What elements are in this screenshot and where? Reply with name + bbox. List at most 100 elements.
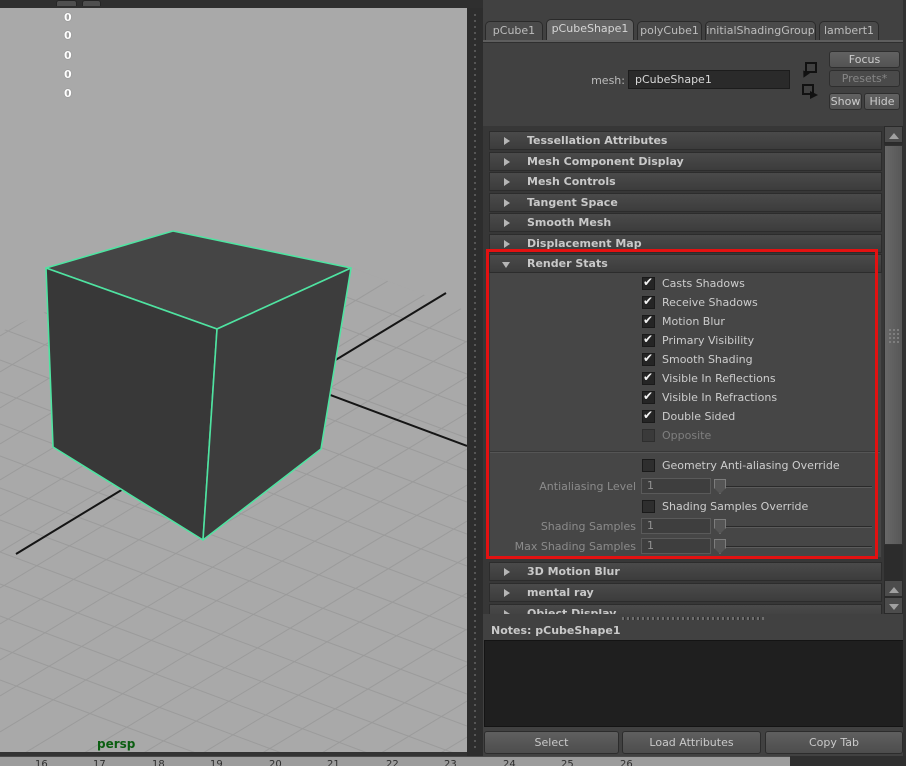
scroll-up-button[interactable] [884, 126, 903, 143]
select-output-connection-icon[interactable] [801, 83, 819, 100]
check-icon: ✔ [643, 275, 654, 289]
tab-polycube1[interactable]: polyCube1 [637, 21, 702, 40]
checkbox-row-opposite[interactable]: Opposite [483, 429, 873, 443]
copy-tab-button[interactable]: Copy Tab [765, 731, 903, 754]
checkbox-row-smooth-shading[interactable]: ✔ Smooth Shading [483, 351, 873, 367]
checkbox[interactable]: ✔ [642, 332, 655, 347]
selected-cube[interactable] [45, 230, 352, 541]
hud-count: 0 [64, 68, 72, 81]
time-tick: 17 [93, 759, 106, 766]
arrow-up-icon [889, 587, 899, 593]
section-mental-ray[interactable]: mental ray [489, 583, 882, 602]
collapsed-arrow-icon [504, 157, 510, 166]
tab-lambert1[interactable]: lambert1 [819, 21, 879, 40]
presets-button[interactable]: Presets* [829, 70, 900, 87]
checkbox-row-shading-samples-override[interactable]: Shading Samples Override [483, 500, 873, 514]
notes-textarea[interactable] [484, 640, 905, 727]
section-displacement-map[interactable]: Displacement Map [489, 233, 882, 253]
checkbox[interactable]: ✔ [642, 313, 655, 328]
check-icon: ✔ [643, 332, 654, 346]
hud-count: 0 [64, 11, 72, 24]
checkbox[interactable]: ✔ [642, 275, 655, 290]
toolbar-fragment-icon [56, 0, 77, 6]
check-icon: ✔ [643, 351, 654, 365]
max-shading-samples-field[interactable]: 1 [641, 538, 711, 554]
checkbox[interactable] [642, 500, 655, 513]
show-button[interactable]: Show [829, 93, 862, 110]
focus-button[interactable]: Focus [829, 51, 900, 68]
time-tick: 16 [35, 759, 48, 766]
checkbox-row-casts-shadows[interactable]: ✔ Casts Shadows [483, 275, 873, 291]
section-smooth-mesh[interactable]: Smooth Mesh [489, 213, 882, 232]
tab-pcube1[interactable]: pCube1 [485, 21, 543, 40]
section-groove [490, 451, 880, 453]
max-shading-samples-label: Max Shading Samples [514, 540, 636, 553]
section-tangent-space[interactable]: Tangent Space [489, 192, 882, 212]
tab-initialshadinggroup[interactable]: initialShadingGroup [705, 21, 816, 40]
collapsed-arrow-icon [504, 239, 510, 248]
checkbox-row-geometry-antialiasing-override[interactable]: Geometry Anti-aliasing Override [483, 459, 873, 473]
select-input-connection-icon[interactable] [800, 61, 818, 78]
pane-splitter-vertical[interactable] [467, 8, 483, 756]
collapsed-arrow-icon [504, 589, 510, 597]
hud-count: 0 [64, 49, 72, 62]
checkbox-row-visible-in-refractions[interactable]: ✔ Visible In Refractions [483, 389, 873, 405]
antialiasing-level-slider[interactable] [716, 486, 872, 488]
max-shading-samples-slider[interactable] [716, 546, 872, 548]
checkbox[interactable]: ✔ [642, 294, 655, 309]
scroll-down-button[interactable] [884, 597, 903, 614]
time-tick: 22 [386, 759, 399, 766]
checkbox-row-primary-visibility[interactable]: ✔ Primary Visibility [483, 332, 873, 348]
viewport-canvas [0, 230, 467, 752]
checkbox[interactable]: ✔ [642, 408, 655, 423]
toolbar-fragment-icon [82, 0, 101, 6]
notes-label: Notes: pCubeShape1 [491, 624, 621, 637]
time-tick: 18 [152, 759, 165, 766]
checkbox-row-motion-blur[interactable]: ✔ Motion Blur [483, 313, 873, 329]
scrollbar-grip-dots [888, 328, 901, 345]
scrollbar-thumb[interactable] [884, 145, 903, 545]
section-mesh-controls[interactable]: Mesh Controls [489, 172, 882, 191]
tab-pcubeshape1[interactable]: pCubeShape1 [546, 19, 634, 40]
perspective-viewport[interactable]: 0 0 0 0 0 persp [0, 8, 467, 752]
collapsed-arrow-icon [504, 198, 510, 207]
section-mesh-component-display[interactable]: Mesh Component Display [489, 151, 882, 171]
time-tick: 26 [620, 759, 633, 766]
notes-splitter-handle[interactable] [483, 614, 906, 623]
shading-samples-field[interactable]: 1 [641, 518, 711, 534]
checkbox-row-receive-shadows[interactable]: ✔ Receive Shadows [483, 294, 873, 310]
mesh-field-label: mesh: [591, 74, 625, 87]
time-slider-track[interactable]: 16 17 18 19 20 21 22 23 24 25 26 [0, 756, 790, 766]
check-icon: ✔ [643, 370, 654, 384]
vertical-scrollbar[interactable] [884, 126, 903, 614]
time-slider-strip[interactable]: 16 17 18 19 20 21 22 23 24 25 26 [0, 756, 906, 766]
time-tick: 20 [269, 759, 282, 766]
checkbox[interactable] [642, 429, 655, 442]
expanded-arrow-icon [502, 262, 510, 268]
checkbox-row-double-sided[interactable]: ✔ Double Sided [483, 408, 873, 424]
arrow-up-icon [889, 133, 899, 139]
checkbox-row-visible-in-reflections[interactable]: ✔ Visible In Reflections [483, 370, 873, 386]
checkbox[interactable] [642, 459, 655, 472]
section-object-display[interactable]: Object Display [489, 604, 882, 614]
attribute-editor-panel: pCube1 pCubeShape1 polyCube1 initialShad… [483, 0, 906, 766]
load-attributes-button[interactable]: Load Attributes [622, 731, 761, 754]
splitter-grip-dots [474, 14, 476, 750]
section-render-stats[interactable]: Render Stats [489, 254, 882, 273]
select-button[interactable]: Select [484, 731, 619, 754]
checkbox[interactable]: ✔ [642, 351, 655, 366]
tab-bar-underline [483, 40, 906, 43]
collapsed-arrow-icon [504, 178, 510, 186]
node-tab-bar: pCube1 pCubeShape1 polyCube1 initialShad… [483, 19, 906, 40]
mesh-name-input[interactable] [628, 70, 790, 89]
arrow-down-icon [889, 604, 899, 610]
time-tick: 19 [210, 759, 223, 766]
checkbox[interactable]: ✔ [642, 370, 655, 385]
shading-samples-slider[interactable] [716, 526, 872, 528]
section-tessellation-attributes[interactable]: Tessellation Attributes [489, 131, 882, 150]
antialiasing-level-field[interactable]: 1 [641, 478, 711, 494]
scroll-up-button-bottom[interactable] [884, 580, 903, 597]
section-3d-motion-blur[interactable]: 3D Motion Blur [489, 562, 882, 581]
hide-button[interactable]: Hide [864, 93, 900, 110]
checkbox[interactable]: ✔ [642, 389, 655, 404]
